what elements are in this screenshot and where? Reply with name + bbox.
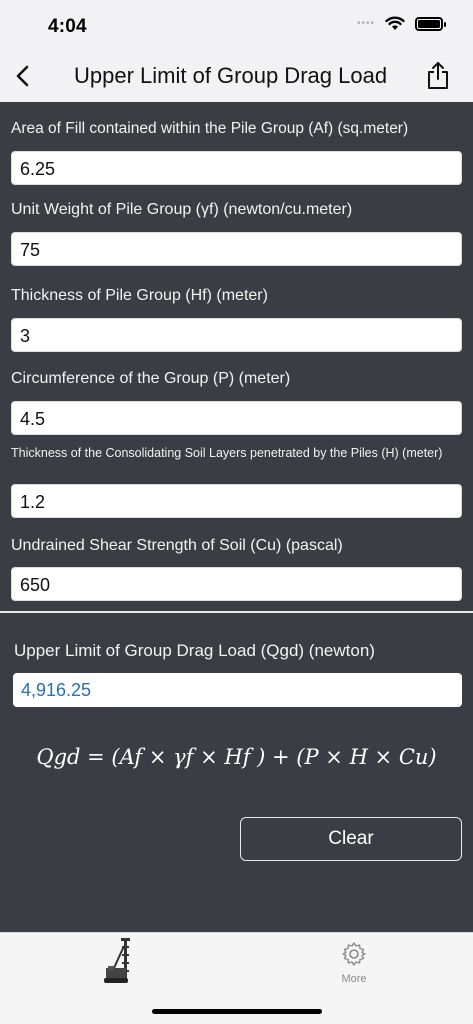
- gear-icon[interactable]: [341, 941, 367, 967]
- circumference-input[interactable]: 4.5: [11, 401, 462, 435]
- status-icons: ••••: [356, 16, 446, 31]
- wifi-icon: [385, 16, 405, 30]
- status-time: 4:04: [48, 16, 87, 37]
- formula: Qgd = (Af × γf × Hf ) + (P × H × Cu): [36, 745, 437, 769]
- soil-layer-thickness-input[interactable]: 1.2: [11, 484, 462, 518]
- result-label: Upper Limit of Group Drag Load (Qgd) (ne…: [14, 641, 375, 660]
- result-value: 4,916.25: [13, 673, 462, 707]
- clear-button[interactable]: Clear: [240, 817, 462, 861]
- tab-more-label[interactable]: More: [330, 973, 378, 985]
- soil-layer-thickness-label: Thickness of the Consolidating Soil Laye…: [11, 446, 443, 460]
- area-of-fill-label: Area of Fill contained within the Pile G…: [11, 120, 409, 137]
- unit-weight-label: Unit Weight of Pile Group (γf) (newton/c…: [11, 201, 353, 218]
- thickness-pile-group-input[interactable]: 3: [11, 318, 462, 352]
- home-indicator: [152, 1009, 322, 1014]
- page-title: Upper Limit of Group Drag Load: [74, 63, 388, 88]
- circumference-label: Circumference of the Group (P) (meter): [11, 370, 291, 387]
- chevron-left-icon[interactable]: [10, 60, 36, 92]
- area-of-fill-input[interactable]: 6.25: [11, 151, 462, 185]
- shear-strength-label: Undrained Shear Strength of Soil (Cu) (p…: [11, 537, 343, 554]
- unit-weight-input[interactable]: 75: [11, 232, 462, 266]
- top-bar: 4:04 •••• Upper Limit of Group Drag Load: [0, 0, 473, 102]
- thickness-pile-group-label: Thickness of Pile Group (Hf) (meter): [11, 287, 268, 304]
- shear-strength-input[interactable]: 650: [11, 567, 462, 601]
- divider: [0, 611, 473, 613]
- drill-rig-icon[interactable]: [102, 936, 138, 986]
- signal-dots-icon: ••••: [356, 18, 375, 29]
- share-icon[interactable]: [425, 59, 451, 91]
- battery-icon: [415, 16, 446, 31]
